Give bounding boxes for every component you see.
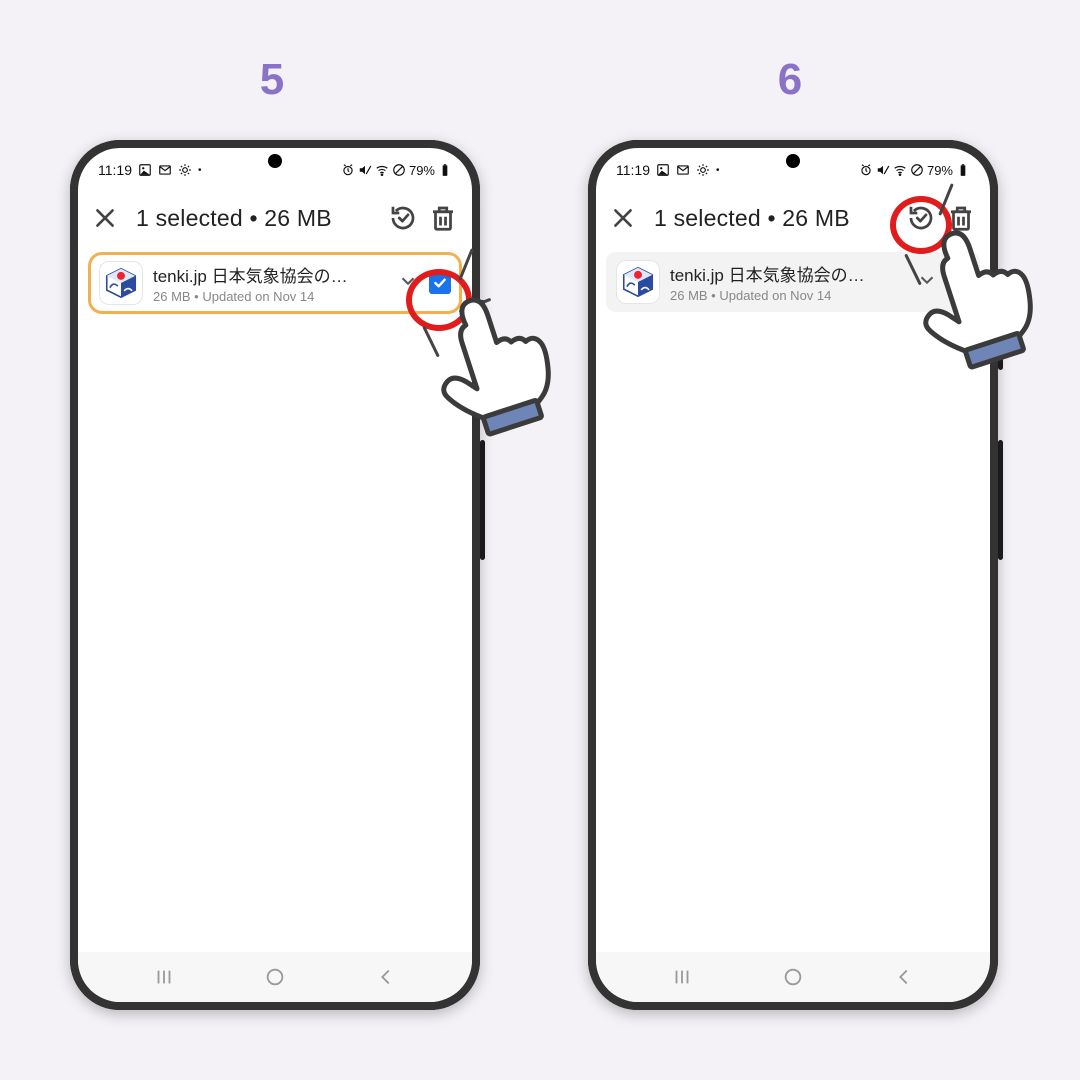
app-title-label: tenki.jp 日本気象協会の… [153,262,387,287]
gmail-icon [158,163,172,177]
no-sim-icon [910,163,924,177]
recents-button[interactable] [671,966,693,988]
app-row[interactable]: tenki.jp 日本気象協会の… 26 MB • Updated on Nov… [88,252,462,314]
selection-action-bar: 1 selected • 26 MB [78,188,472,248]
app-title-label: tenki.jp 日本気象協会の… [670,261,906,286]
system-nav-bar [78,952,472,1002]
home-button[interactable] [264,966,286,988]
expand-chevron-icon[interactable] [397,270,419,297]
app-subtitle-label: 26 MB • Updated on Nov 14 [670,288,906,303]
app-list: tenki.jp 日本気象協会の… 26 MB • Updated on Nov… [78,248,472,318]
expand-chevron-icon[interactable] [916,269,938,296]
phone-screen: 11:19 • [78,148,472,1002]
status-time: 11:19 [98,162,132,178]
close-selection-button[interactable] [610,205,636,231]
battery-text: 79% [409,163,435,178]
status-time: 11:19 [616,162,650,178]
selection-title: 1 selected • 26 MB [654,205,850,232]
select-app-checkbox[interactable] [948,271,970,293]
front-camera-hole [268,154,282,168]
phone-mock-step-6: 11:19 • [588,140,998,1010]
mute-icon [876,163,890,177]
step-number-6: 6 [770,55,810,105]
image-icon [656,163,670,177]
gmail-icon [676,163,690,177]
battery-text: 79% [927,163,953,178]
system-nav-bar [596,952,990,1002]
delete-button[interactable] [946,203,976,233]
app-icon-tenki [99,261,143,305]
image-icon [138,163,152,177]
selection-action-bar: 1 selected • 26 MB [596,188,990,248]
more-dot-icon: • [198,165,202,176]
settings-dot-icon [696,163,710,177]
select-app-checkbox[interactable] [429,272,451,294]
update-all-button[interactable] [388,203,418,233]
close-selection-button[interactable] [92,205,118,231]
alarm-icon [341,163,355,177]
app-row[interactable]: tenki.jp 日本気象協会の… 26 MB • Updated on Nov… [606,252,980,312]
app-icon-tenki [616,260,660,304]
settings-dot-icon [178,163,192,177]
front-camera-hole [786,154,800,168]
wifi-icon [893,163,907,177]
phone-mock-step-5: 11:19 • [70,140,480,1010]
update-all-button[interactable] [906,203,936,233]
step-number-5: 5 [252,55,292,105]
recents-button[interactable] [153,966,175,988]
app-subtitle-label: 26 MB • Updated on Nov 14 [153,289,387,304]
delete-button[interactable] [428,203,458,233]
battery-icon [438,163,452,177]
battery-icon [956,163,970,177]
phone-screen: 11:19 • [596,148,990,1002]
back-button[interactable] [375,966,397,988]
selection-title: 1 selected • 26 MB [136,205,332,232]
no-sim-icon [392,163,406,177]
app-list: tenki.jp 日本気象協会の… 26 MB • Updated on Nov… [596,248,990,316]
alarm-icon [859,163,873,177]
mute-icon [358,163,372,177]
wifi-icon [375,163,389,177]
more-dot-icon: • [716,165,720,176]
back-button[interactable] [893,966,915,988]
home-button[interactable] [782,966,804,988]
